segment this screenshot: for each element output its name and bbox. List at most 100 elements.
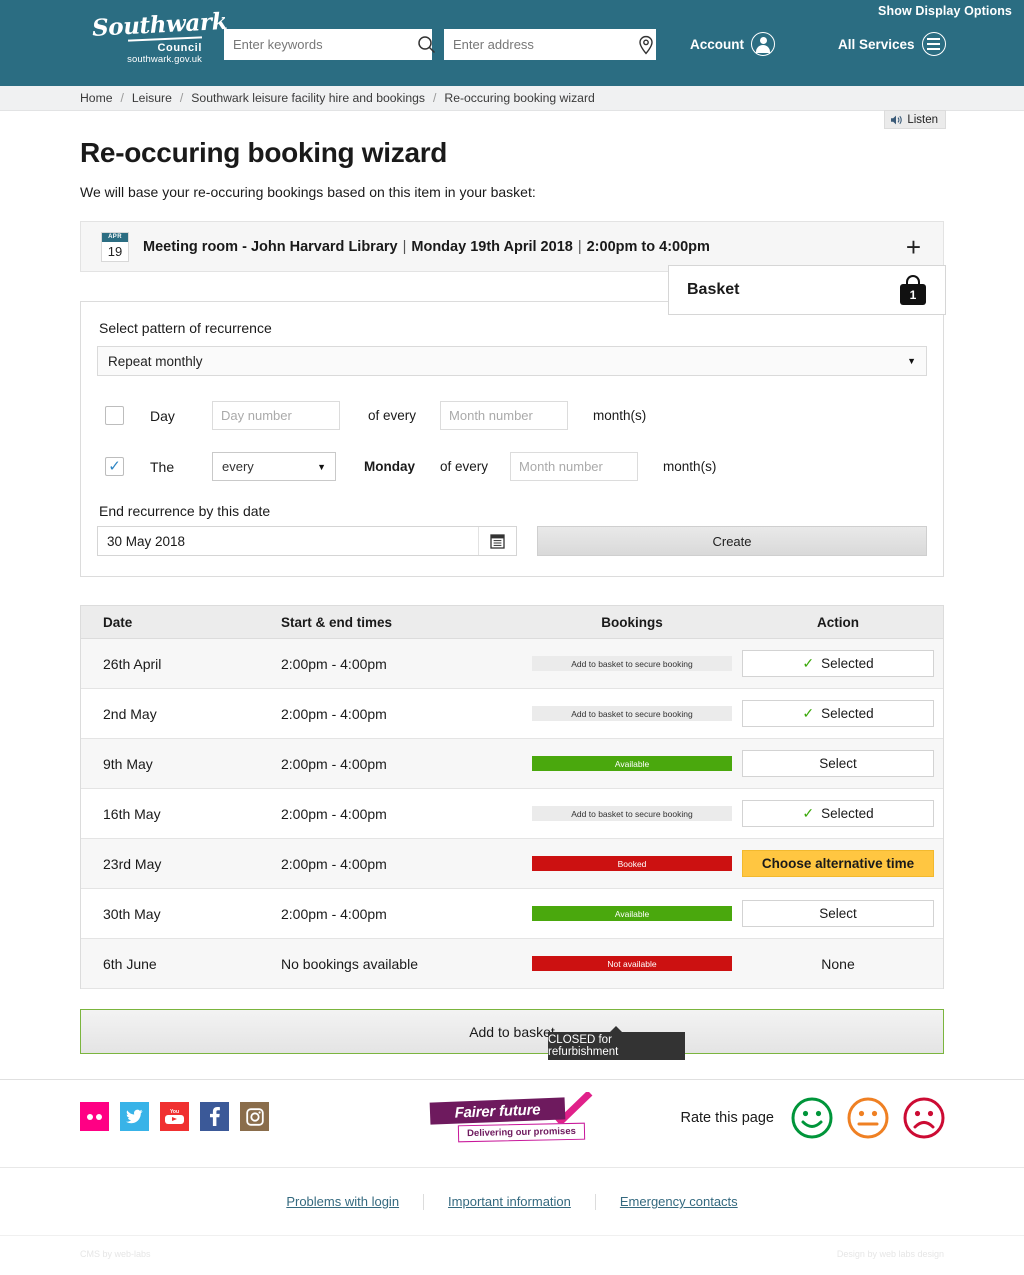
basket-item-details: APR 19 Meeting room - John Harvard Libra… xyxy=(101,232,710,262)
cell-action: ✓Selected xyxy=(733,650,943,677)
selected-button[interactable]: ✓Selected xyxy=(742,800,934,827)
basket-icon: 1 xyxy=(899,275,927,305)
the-label: The xyxy=(150,459,208,475)
cell-action: None xyxy=(733,956,943,972)
choose-alternative-time-button[interactable]: Choose alternative time xyxy=(742,850,934,877)
breadcrumb-item-current[interactable]: Re-occuring booking wizard xyxy=(444,91,594,105)
calendar-date-icon: APR 19 xyxy=(101,232,129,262)
sad-face-icon[interactable] xyxy=(902,1096,946,1140)
plus-icon[interactable]: + xyxy=(900,234,927,260)
day-of-every-label: of every xyxy=(368,408,416,423)
table-row: 23rd May2:00pm - 4:00pmBookedChoose alte… xyxy=(81,839,943,889)
listen-button[interactable]: Listen xyxy=(884,110,946,129)
keyword-search-box[interactable] xyxy=(224,29,432,60)
day-label: Day xyxy=(150,408,208,424)
page-intro: We will base your re-occuring bookings b… xyxy=(80,184,944,200)
footer-link-problems-with-login[interactable]: Problems with login xyxy=(262,1194,423,1209)
add-to-basket-button[interactable]: Add to basket xyxy=(80,1009,944,1054)
end-recurrence-label: End recurrence by this date xyxy=(99,503,927,519)
select-button[interactable]: Select xyxy=(742,900,934,927)
calendar-month: APR xyxy=(102,233,128,242)
cell-bookings: Available xyxy=(531,756,733,771)
column-header-action: Action xyxy=(733,615,943,630)
column-header-times: Start & end times xyxy=(281,615,531,630)
cell-times: 2:00pm - 4:00pm xyxy=(281,656,531,672)
southwark-council-logo[interactable]: Southwark Council southwark.gov.uk xyxy=(92,14,202,72)
twitter-icon[interactable] xyxy=(120,1102,149,1131)
account-label: Account xyxy=(690,37,744,52)
cell-bookings: Add to basket to secure booking xyxy=(531,806,733,821)
speaker-icon xyxy=(890,114,903,126)
calendar-icon[interactable] xyxy=(478,527,516,555)
cell-date: 2nd May xyxy=(81,706,281,722)
address-search-box[interactable] xyxy=(444,29,656,60)
facebook-icon[interactable] xyxy=(200,1102,229,1131)
footer-bottom-bar: CMS by web-labs Design by web labs desig… xyxy=(0,1235,1024,1275)
recurrence-day-row: Day of every month(s) xyxy=(97,401,927,430)
sep: | xyxy=(578,239,582,255)
breadcrumb-separator: / xyxy=(121,91,124,105)
table-row: 9th May2:00pm - 4:00pmAvailableSelect xyxy=(81,739,943,789)
account-link[interactable]: Account xyxy=(690,32,775,56)
column-header-date: Date xyxy=(81,615,281,630)
the-month-number-input[interactable] xyxy=(510,452,638,481)
instagram-icon[interactable] xyxy=(240,1102,269,1131)
breadcrumb-item-leisure[interactable]: Leisure xyxy=(132,91,172,105)
recurrence-pattern-select[interactable]: Repeat monthly ▼ xyxy=(97,346,927,376)
breadcrumb-separator: / xyxy=(180,91,183,105)
recurrence-pattern-value: Repeat monthly xyxy=(108,354,203,369)
page-title: Re-occuring booking wizard xyxy=(80,137,944,169)
the-months-suffix: month(s) xyxy=(663,459,716,474)
footer-top: You Fairer future Delivering our promise… xyxy=(0,1079,1024,1167)
flickr-icon[interactable] xyxy=(80,1102,109,1131)
action-label: Selected xyxy=(821,706,874,721)
footer-link-important-information[interactable]: Important information xyxy=(424,1194,595,1209)
check-icon: ✓ xyxy=(802,705,814,722)
search-input[interactable] xyxy=(225,37,417,52)
location-pin-icon[interactable] xyxy=(637,30,655,59)
basket-button[interactable]: Basket 1 xyxy=(668,265,946,315)
selected-button[interactable]: ✓ Selected xyxy=(742,700,934,727)
logo-url-text: southwark.gov.uk xyxy=(92,54,202,66)
recurrence-panel-label: Select pattern of recurrence xyxy=(99,320,927,336)
cell-date: 30th May xyxy=(81,906,281,922)
site-header: Show Display Options Southwark Council s… xyxy=(0,0,1024,86)
calendar-day: 19 xyxy=(102,242,128,261)
address-input[interactable] xyxy=(445,37,637,52)
cell-times: 2:00pm - 4:00pm xyxy=(281,756,531,772)
action-label: Select xyxy=(819,756,857,771)
bookings-table: Date Start & end times Bookings Action 2… xyxy=(80,605,944,989)
table-row: 26th April2:00pm - 4:00pmAdd to basket t… xyxy=(81,639,943,689)
end-date-field[interactable]: 30 May 2018 xyxy=(97,526,517,556)
search-icon[interactable] xyxy=(417,30,436,59)
logo-wordmark: Southwark xyxy=(91,11,202,40)
cell-times: 2:00pm - 4:00pm xyxy=(281,856,531,872)
the-checkbox[interactable]: ✓ xyxy=(105,457,124,476)
happy-face-icon[interactable] xyxy=(790,1096,834,1140)
cell-action: ✓Selected xyxy=(733,800,943,827)
footer-links: Problems with login Important informatio… xyxy=(0,1167,1024,1235)
all-services-link[interactable]: All Services xyxy=(838,32,946,56)
cms-credit: CMS by web-labs xyxy=(80,1249,151,1259)
table-row: 16th May2:00pm - 4:00pmAdd to basket to … xyxy=(81,789,943,839)
footer-link-emergency-contacts[interactable]: Emergency contacts xyxy=(596,1194,762,1209)
status-badge: Booked xyxy=(532,856,732,871)
day-number-input[interactable] xyxy=(212,401,340,430)
cell-action: Choose alternative time xyxy=(733,850,943,877)
status-badge: Available xyxy=(532,756,732,771)
create-button[interactable]: Create xyxy=(537,526,927,556)
neutral-face-icon[interactable] xyxy=(846,1096,890,1140)
day-month-number-input[interactable] xyxy=(440,401,568,430)
check-icon: ✓ xyxy=(802,655,814,672)
breadcrumb-item-home[interactable]: Home xyxy=(80,91,113,105)
day-checkbox[interactable] xyxy=(105,406,124,425)
table-row: 6th JuneNo bookings availableNot availab… xyxy=(81,939,943,989)
show-display-options-link[interactable]: Show Display Options xyxy=(878,4,1012,18)
basket-count: 1 xyxy=(900,284,926,305)
breadcrumb-item-facility-hire[interactable]: Southwark leisure facility hire and book… xyxy=(191,91,425,105)
ordinal-select[interactable]: every ▼ xyxy=(212,452,336,481)
cell-bookings: Available xyxy=(531,906,733,921)
select-button[interactable]: Select xyxy=(742,750,934,777)
selected-button[interactable]: ✓Selected xyxy=(742,650,934,677)
youtube-icon[interactable]: You xyxy=(160,1102,189,1131)
